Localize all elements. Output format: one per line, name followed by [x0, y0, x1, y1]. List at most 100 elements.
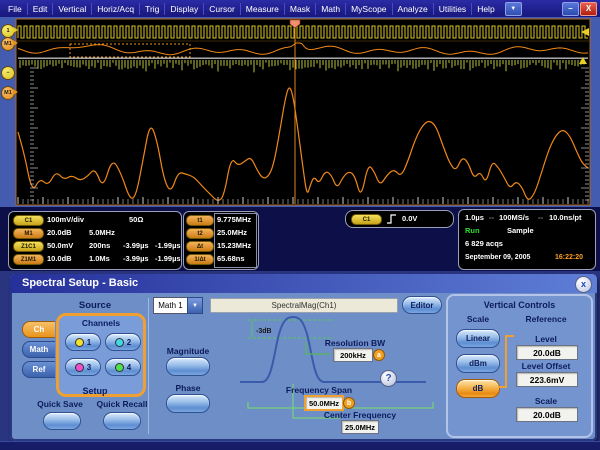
- menu-display[interactable]: Display: [165, 3, 204, 15]
- channel-1-button[interactable]: 1: [65, 333, 101, 351]
- math-select-dropdown-button[interactable]: ▼: [187, 297, 203, 314]
- center-frequency-field[interactable]: 25.0MHz: [341, 420, 379, 434]
- channel-2-label: 2: [127, 338, 131, 347]
- math1-hscale: 5.0MHz: [89, 228, 115, 237]
- math1-badge: M1: [13, 228, 44, 239]
- dbm-scale-button[interactable]: dBm: [456, 354, 500, 373]
- tab-ch[interactable]: Ch: [22, 321, 55, 338]
- minus-3db-label: -3dB: [256, 328, 272, 335]
- menu-myscope[interactable]: MyScope: [346, 3, 392, 15]
- trigger-level: 0.0V: [402, 214, 417, 223]
- frequency-span-field[interactable]: 50.0MHz: [304, 395, 344, 411]
- ch3-color-dot-icon: [75, 363, 84, 372]
- readout-separator: --: [489, 213, 494, 222]
- zoom-ch1-badge: Z1C1: [13, 241, 44, 252]
- acquisition-count: 6 829 acqs: [465, 239, 503, 248]
- menu-horiz-acq[interactable]: Horiz/Acq: [92, 3, 140, 15]
- menu-overflow-button[interactable]: ▼: [505, 2, 522, 16]
- level-offset-field[interactable]: 223.6mV: [516, 372, 578, 387]
- channel-4-label: 4: [127, 363, 131, 372]
- cursor-dt-badge: Δt: [186, 241, 214, 252]
- spectral-setup-dialog: Spectral Setup - Basic x Source Ch Math …: [10, 274, 597, 441]
- menu-help[interactable]: Help: [472, 3, 499, 15]
- ch1-color-dot-icon: [75, 338, 84, 347]
- setup-heading: Setup: [70, 386, 120, 396]
- minimize-button[interactable]: –: [562, 2, 579, 16]
- menu-analyze[interactable]: Analyze: [393, 3, 434, 15]
- menu-edit[interactable]: Edit: [28, 3, 54, 15]
- level-label: Level: [510, 334, 582, 344]
- zoom-position-marker[interactable]: −: [1, 66, 15, 80]
- tab-math[interactable]: Math: [22, 341, 55, 358]
- sample-rate-readout: 100MS/s: [499, 213, 529, 222]
- trigger-source-badge: C1: [351, 214, 382, 225]
- run-state: Run: [465, 226, 480, 235]
- dialog-title-bar[interactable]: Spectral Setup - Basic: [10, 274, 597, 293]
- vertical-readout-panel: C1 100mV/div 50Ω M1 20.0dB 5.0MHz Z1C1 5…: [8, 211, 182, 270]
- close-window-button[interactable]: X: [580, 2, 597, 16]
- menu-trig[interactable]: Trig: [140, 3, 165, 15]
- linear-scale-button[interactable]: Linear: [456, 329, 500, 348]
- channel-1-label: 1: [87, 338, 91, 347]
- menu-file[interactable]: File: [3, 3, 28, 15]
- channel-3-button[interactable]: 3: [65, 358, 101, 376]
- db-scale-button[interactable]: dB: [456, 379, 500, 398]
- cursor-1dt-value: 65.68ns: [217, 254, 245, 263]
- help-button[interactable]: ?: [380, 370, 397, 387]
- magnitude-button[interactable]: [166, 357, 210, 376]
- zoom-math1-pos2: -1.99µs: [155, 254, 181, 263]
- channel-4-button[interactable]: 4: [105, 358, 141, 376]
- resolution-bw-field[interactable]: 200kHz: [333, 348, 373, 362]
- vertical-controls-panel: Vertical Controls Scale Reference Linear…: [446, 294, 593, 438]
- menu-vertical[interactable]: Vertical: [53, 3, 92, 15]
- menu-mask[interactable]: Mask: [285, 3, 316, 15]
- math-expression-field[interactable]: SpectralMag(Ch1): [210, 298, 398, 313]
- zoom-ch1-pos2: -1.99µs: [155, 241, 181, 250]
- menu-math[interactable]: Math: [316, 3, 346, 15]
- rising-edge-icon: [386, 214, 397, 224]
- tab-ref[interactable]: Ref: [22, 361, 55, 378]
- chevron-down-icon: ▼: [192, 303, 198, 309]
- zoom-math-marker-arrow-icon: [13, 89, 18, 95]
- menu-measure[interactable]: Measure: [241, 3, 285, 15]
- channel-3-label: 3: [87, 363, 91, 372]
- quick-save-button[interactable]: [43, 412, 81, 430]
- quick-recall-button[interactable]: [103, 412, 141, 430]
- phase-label: Phase: [160, 383, 216, 393]
- zoom-ch1-pos1: -3.99µs: [123, 241, 149, 250]
- waveform-plot: [0, 17, 600, 207]
- magnitude-label: Magnitude: [160, 346, 216, 356]
- vertical-scale-field[interactable]: 20.0dB: [516, 407, 578, 422]
- phase-button[interactable]: [166, 394, 210, 413]
- reference-heading: Reference: [508, 314, 584, 324]
- cursor-t1-value: 9.775MHz: [217, 215, 251, 224]
- cursor-t1-badge: t1: [186, 215, 214, 226]
- vertical-controls-heading: Vertical Controls: [448, 300, 591, 310]
- readout-separator2: --: [538, 213, 543, 222]
- channels-heading: Channels: [59, 318, 143, 328]
- channel-2-button[interactable]: 2: [105, 333, 141, 351]
- menu-bar: File Edit Vertical Horiz/Acq Trig Displa…: [0, 0, 600, 17]
- date-readout: September 09, 2005: [465, 254, 530, 261]
- menu-cursor[interactable]: Cursor: [204, 3, 241, 15]
- quick-save-label: Quick Save: [30, 399, 90, 409]
- frequency-span-label: Frequency Span: [282, 385, 356, 395]
- ch1-termination: 50Ω: [129, 215, 143, 224]
- channels-group: Channels 1 2 3 4: [56, 313, 146, 397]
- zoom-ch1-vscale: 50.0mV: [47, 241, 73, 250]
- cursor-t2-badge: t2: [186, 228, 214, 239]
- level-field[interactable]: 20.0dB: [516, 345, 578, 360]
- bottom-bar: [0, 441, 600, 450]
- waveform-display-area: 1 M1 − M1: [0, 17, 600, 207]
- ch4-color-dot-icon: [115, 363, 124, 372]
- vertical-scale-label: Scale: [510, 396, 582, 406]
- ch2-color-dot-icon: [115, 338, 124, 347]
- cursor-dt-value: 15.23MHz: [217, 241, 251, 250]
- menu-utilities[interactable]: Utilities: [434, 3, 472, 15]
- knob-key-b: b: [343, 397, 355, 409]
- math-select[interactable]: Math 1: [153, 297, 188, 314]
- zoom-math1-pos1: -3.99µs: [123, 254, 149, 263]
- zoom-math1-badge: Z1M1: [13, 254, 44, 265]
- dialog-close-button[interactable]: x: [575, 276, 592, 293]
- trigger-readout-panel: C1 0.0V: [345, 210, 454, 228]
